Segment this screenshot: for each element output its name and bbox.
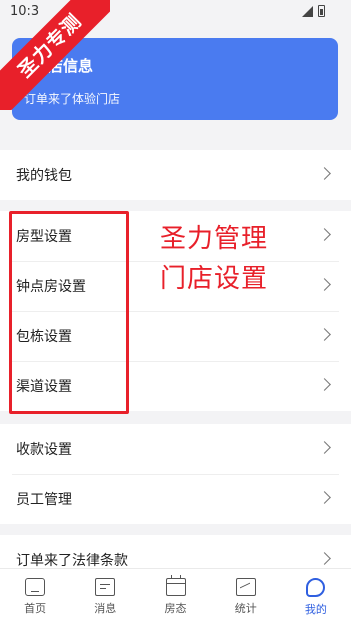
bottom-tab-bar: 首页 消息 房态 统计 我的 xyxy=(0,568,351,624)
payment-staff-group: 收款设置 员工管理 xyxy=(0,424,351,524)
chevron-right-icon xyxy=(318,228,331,241)
home-icon xyxy=(25,578,46,596)
stats-icon xyxy=(235,578,256,596)
chevron-right-icon xyxy=(318,167,331,180)
chevron-right-icon xyxy=(318,378,331,391)
menu-item-staff[interactable]: 员工管理 xyxy=(0,474,351,524)
annotation-highlight-box xyxy=(9,211,129,414)
chevron-right-icon xyxy=(318,491,331,504)
annotation-line-1: 圣力管理 xyxy=(160,224,269,254)
tab-home[interactable]: 首页 xyxy=(0,569,70,624)
chevron-right-icon xyxy=(318,441,331,454)
profile-icon xyxy=(306,578,326,597)
chevron-right-icon xyxy=(318,278,331,291)
battery-icon xyxy=(318,5,325,17)
tab-label: 我的 xyxy=(304,603,327,616)
status-icons xyxy=(302,5,325,17)
tab-messages[interactable]: 消息 xyxy=(70,569,140,624)
menu-item-label: 员工管理 xyxy=(16,492,72,508)
menu-item-label: 收款设置 xyxy=(16,442,72,458)
wallet-group: 我的钱包 xyxy=(0,150,351,200)
chevron-right-icon xyxy=(318,552,331,565)
chevron-right-icon xyxy=(318,328,331,341)
menu-item-label: 我的钱包 xyxy=(16,168,72,184)
menu-item-wallet[interactable]: 我的钱包 xyxy=(0,150,351,200)
tab-profile[interactable]: 我的 xyxy=(281,569,351,624)
menu-item-label: 订单来了法律条款 xyxy=(16,553,128,569)
tab-label: 首页 xyxy=(24,602,47,615)
tab-label: 统计 xyxy=(234,602,257,615)
signal-icon xyxy=(302,5,313,17)
watermark-text: 圣力专测 xyxy=(0,0,110,110)
tab-label: 房态 xyxy=(164,602,187,615)
annotation-line-2: 门店设置 xyxy=(160,264,269,294)
tab-stats[interactable]: 统计 xyxy=(211,569,281,624)
calendar-icon xyxy=(165,575,186,596)
tab-room-status[interactable]: 房态 xyxy=(140,569,210,624)
watermark-ribbon: 圣力专测 xyxy=(0,0,110,110)
message-icon xyxy=(95,578,116,596)
tab-label: 消息 xyxy=(94,602,117,615)
menu-item-payment[interactable]: 收款设置 xyxy=(0,424,351,474)
